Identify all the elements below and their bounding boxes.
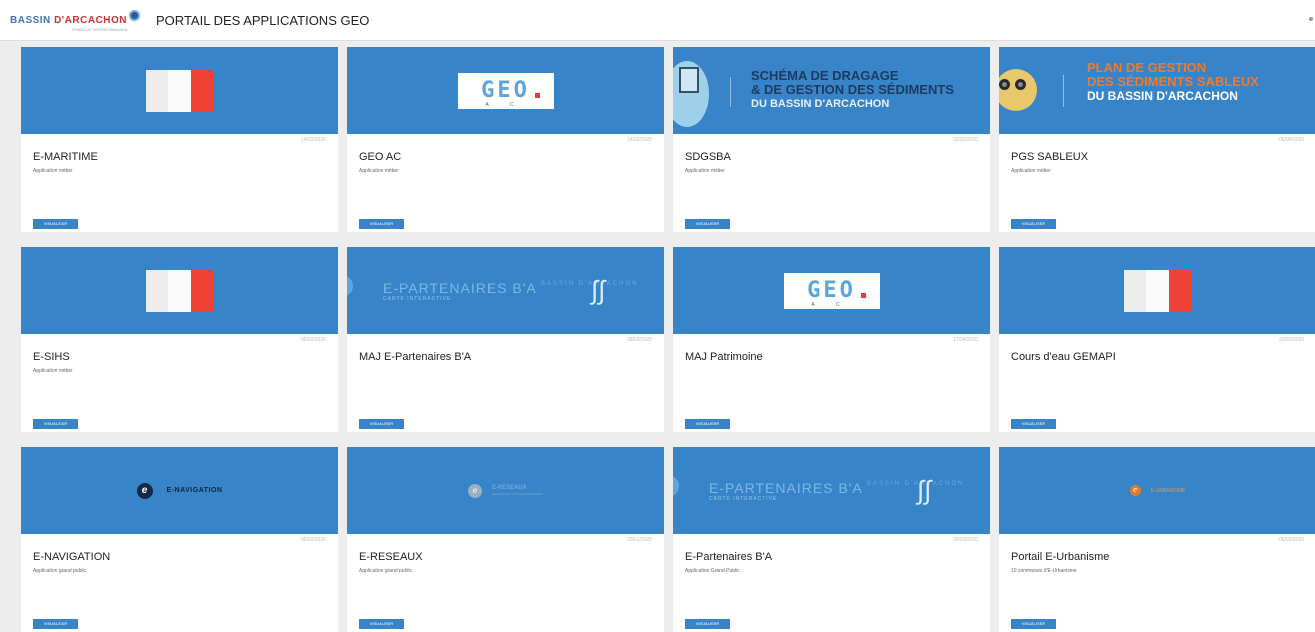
visualiser-button[interactable]: VISUALISER [1011,219,1056,229]
app-card-sdgsba[interactable]: SCHÉMA DE DRAGAGE & DE GESTION DES SÉDIM… [673,47,990,232]
card-banner: E-PARTENAIRES B'A CARTE INTERACTIVE BASS… [347,247,664,334]
card-title: E-SIHS [33,351,70,363]
partenaires-banner-text: E-PARTENAIRES B'A CARTE INTERACTIVE [709,480,863,502]
card-banner [21,47,338,134]
visualiser-button[interactable]: VISUALISER [685,419,730,429]
card-banner: e E-NAVIGATION [21,447,338,534]
pgs-banner-text: PLAN DE GESTION DES SÉDIMENTS SABLEUX DU… [1087,60,1259,103]
card-date: 05/02/2020 [300,337,326,343]
app-card-portail-e-urbanisme[interactable]: e E-URBANISME 08/02/2020 Portail E-Urban… [999,447,1315,632]
card-date: 08/02/2020 [1278,537,1304,543]
visualiser-button[interactable]: VISUALISER [1011,619,1056,629]
french-flag-icon [1123,269,1192,312]
user-menu-icon[interactable] [1309,17,1313,21]
card-banner: E-PARTENAIRES B'A CARTE INTERACTIVE BASS… [673,447,990,534]
card-title: PGS SABLEUX [1011,151,1089,163]
app-card-pgs-sableux[interactable]: PLAN DE GESTION DES SÉDIMENTS SABLEUX DU… [999,47,1315,232]
app-card-maj-patrimoine[interactable]: GEO A C 17/04/2020 MAJ Patrimoine VISUAL… [673,247,990,432]
card-subtitle: Application grand public [359,568,413,574]
app-card-e-reseaux[interactable]: e E-RESEAUX RESEAUX ET CONCESSIONNAIRES … [347,447,664,632]
visualiser-button[interactable]: VISUALISER [359,419,404,429]
card-date: 03/02/2020 [952,137,978,143]
card-banner: GEO A C [347,47,664,134]
partenaires-banner-text: E-PARTENAIRES B'A CARTE INTERACTIVE [383,280,537,302]
visualiser-button[interactable]: VISUALISER [33,419,78,429]
logo-subtitle: SYNDICAT INTERCOMMUNAL [72,26,129,32]
card-date: 05/02/2020 [300,537,326,543]
french-flag-icon [145,269,214,312]
card-title: SDGSBA [685,151,731,163]
card-title: MAJ E-Partenaires B'A [359,351,472,363]
card-date: 17/04/2020 [952,337,978,343]
applications-grid: 14/02/2020 E-MARITIME Application métier… [21,47,1315,632]
card-date: 14/02/2020 [300,137,326,143]
card-date: 14/02/2020 [626,137,652,143]
e-logo-icon: e [136,482,153,499]
visualiser-button[interactable]: VISUALISER [359,219,404,229]
bassin-arcachon-logo[interactable]: BASSIN D'ARCACHON SYNDICAT INTERCOMMUNAL [10,0,141,41]
card-subtitle: Application métier [359,168,399,174]
app-card-e-navigation[interactable]: e E-NAVIGATION 05/02/2020 E-NAVIGATION A… [21,447,338,632]
card-date: 09/03/2020 [626,337,652,343]
swirl-logo-icon: ∫∫ [591,275,606,305]
app-card-maj-e-partenaires[interactable]: E-PARTENAIRES B'A CARTE INTERACTIVE BASS… [347,247,664,432]
app-card-e-maritime[interactable]: 14/02/2020 E-MARITIME Application métier… [21,47,338,232]
visualiser-button[interactable]: VISUALISER [685,219,730,229]
logo-text: BASSIN D'ARCACHON [10,14,128,26]
card-title: Portail E-Urbanisme [1011,551,1110,563]
e-logo-icon: e [467,483,482,498]
app-card-e-sihs[interactable]: 05/02/2020 E-SIHS Application métier VIS… [21,247,338,432]
card-date: 26/03/2020 [1278,337,1304,343]
e-urbanisme-logo: e E-URBANISME [1129,485,1185,496]
visualiser-button[interactable]: VISUALISER [33,219,78,229]
card-banner: PLAN DE GESTION DES SÉDIMENTS SABLEUX DU… [999,47,1315,134]
visualiser-button[interactable]: VISUALISER [685,619,730,629]
french-flag-icon [145,69,214,112]
card-title: E-Partenaires B'A [685,551,773,563]
card-subtitle: 10 communes d'E-Urbanisme [1011,568,1077,574]
card-banner [999,247,1315,334]
app-card-cours-eau-gemapi[interactable]: 26/03/2020 Cours d'eau GEMAPI VISUALISER [999,247,1315,432]
logo-badge-icon [129,9,141,21]
card-subtitle: Application Grand Public [685,568,740,574]
card-banner [21,247,338,334]
card-title: Cours d'eau GEMAPI [1011,351,1116,363]
card-title: MAJ Patrimoine [685,351,763,363]
geo-ac-logo: GEO A C [457,72,554,109]
card-subtitle: Application métier [33,168,73,174]
card-title: E-NAVIGATION [33,551,111,563]
card-banner: e E-URBANISME [999,447,1315,534]
card-subtitle: Application métier [33,368,73,374]
card-date: 08/06/2020 [1278,137,1304,143]
card-subtitle: Application métier [1011,168,1051,174]
visualiser-button[interactable]: VISUALISER [1011,419,1056,429]
app-card-e-partenaires[interactable]: E-PARTENAIRES B'A CARTE INTERACTIVE BASS… [673,447,990,632]
card-title: E-MARITIME [33,151,98,163]
e-navigation-logo: e E-NAVIGATION [136,482,223,499]
card-title: GEO AC [359,151,402,163]
visualiser-button[interactable]: VISUALISER [359,619,404,629]
geo-ac-logo: GEO A C [783,272,880,309]
card-banner: SCHÉMA DE DRAGAGE & DE GESTION DES SÉDIM… [673,47,990,134]
card-title: E-RESEAUX [359,551,423,563]
e-logo-icon: e [1129,485,1141,496]
card-date: 20/01/2020 [626,537,652,543]
card-subtitle: Application grand public [33,568,87,574]
swirl-logo-icon: ∫∫ [917,475,932,505]
card-subtitle: Application métier [685,168,725,174]
card-banner: e E-RESEAUX RESEAUX ET CONCESSIONNAIRES [347,447,664,534]
geo-logo-letters: GEO [481,78,530,103]
e-reseaux-logo: e E-RESEAUX RESEAUX ET CONCESSIONNAIRES [467,483,543,498]
sand-truck-icon [999,69,1037,111]
card-date: 09/03/2020 [952,537,978,543]
sdgsba-banner-text: SCHÉMA DE DRAGAGE & DE GESTION DES SÉDIM… [751,68,954,110]
app-header: BASSIN D'ARCACHON SYNDICAT INTERCOMMUNAL… [0,0,1315,41]
app-card-geo-ac[interactable]: GEO A C 14/02/2020 GEO AC Application mé… [347,47,664,232]
card-banner: GEO A C [673,247,990,334]
page-title: PORTAIL DES APPLICATIONS GEO [156,12,370,28]
visualiser-button[interactable]: VISUALISER [33,619,78,629]
geo-logo-letters: GEO [807,278,856,303]
